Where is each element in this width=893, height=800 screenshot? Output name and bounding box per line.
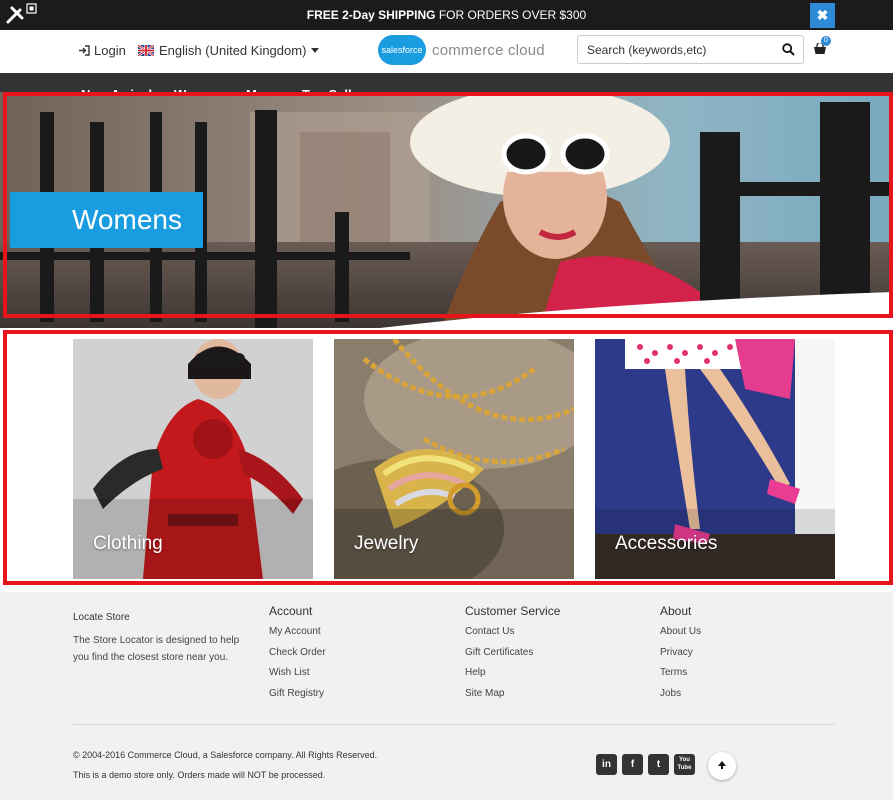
category-label-accessories: Accessories <box>615 533 718 554</box>
footer-link-gift-certificates[interactable]: Gift Certificates <box>465 643 560 664</box>
footer-divider <box>73 724 835 725</box>
search-icon[interactable] <box>782 43 795 56</box>
footer-customer-service: Customer Service Contact Us Gift Certifi… <box>465 604 560 704</box>
footer-link-about-us[interactable]: About Us <box>660 622 701 643</box>
copyright-text: © 2004-2016 Commerce Cloud, a Salesforce… <box>73 750 378 760</box>
promo-close-button[interactable]: ✖ <box>810 3 835 28</box>
twitter-icon[interactable]: t <box>648 754 669 775</box>
promo-message-rest: FOR ORDERS OVER $300 <box>435 8 587 22</box>
hero-banner: Womens <box>0 92 893 328</box>
footer-about: About About Us Privacy Terms Jobs <box>660 604 701 704</box>
category-label-clothing: Clothing <box>93 533 163 554</box>
promo-message-bold: FREE 2-Day SHIPPING <box>306 8 436 22</box>
category-tile-clothing[interactable]: Clothing <box>73 339 313 579</box>
footer-link-my-account[interactable]: My Account <box>269 622 326 643</box>
site-footer: Locate Store The Store Locator is design… <box>0 592 893 800</box>
search-input[interactable] <box>578 36 773 63</box>
search-box <box>577 35 804 64</box>
login-icon <box>79 45 90 56</box>
caret-down-icon <box>311 48 320 53</box>
youtube-icon[interactable]: You Tube <box>674 754 695 775</box>
category-tile-accessories[interactable]: Accessories <box>595 339 835 579</box>
uk-flag-icon <box>138 45 154 56</box>
promo-bar: FREE 2-Day SHIPPING FOR ORDERS OVER $300… <box>0 0 893 30</box>
linkedin-icon[interactable]: in <box>596 754 617 775</box>
cart-count-badge: 0 <box>821 36 831 46</box>
arrow-up-icon <box>718 761 726 769</box>
demo-store-notice: This is a demo store only. Orders made w… <box>73 770 326 780</box>
footer-link-gift-registry[interactable]: Gift Registry <box>269 684 326 705</box>
footer-link-wish-list[interactable]: Wish List <box>269 663 326 684</box>
footer-locate-text: The Store Locator is designed to help yo… <box>73 635 240 663</box>
site-header: Login English (United Kingdom) salesforc… <box>0 30 893 73</box>
brand-logo[interactable]: salesforce commerce cloud <box>378 35 545 65</box>
social-links: in f t You Tube <box>596 754 695 775</box>
footer-account-heading: Account <box>269 604 313 618</box>
footer-locate-heading[interactable]: Locate Store <box>73 612 253 623</box>
category-label-jewelry: Jewelry <box>354 533 419 554</box>
salesforce-cloud-logo: salesforce <box>378 35 426 65</box>
footer-locate-store: Locate Store The Store Locator is design… <box>73 612 253 666</box>
login-link[interactable]: Login <box>78 43 126 58</box>
footer-about-heading: About <box>660 604 692 618</box>
category-grid: Clothing Jewelry Accessories <box>0 330 893 585</box>
locale-label: English (United Kingdom) <box>159 43 307 58</box>
promo-message: FREE 2-Day SHIPPING FOR ORDERS OVER $300 <box>0 8 893 22</box>
locale-selector[interactable]: English (United Kingdom) <box>138 43 320 58</box>
brand-name: commerce cloud <box>432 41 545 59</box>
footer-link-privacy[interactable]: Privacy <box>660 643 701 664</box>
footer-link-check-order[interactable]: Check Order <box>269 643 326 664</box>
cart-button[interactable]: 0 <box>813 36 833 59</box>
category-tile-jewelry[interactable]: Jewelry <box>334 339 574 579</box>
login-label: Login <box>94 43 126 58</box>
back-to-top-button[interactable] <box>708 752 736 780</box>
footer-link-contact-us[interactable]: Contact Us <box>465 622 560 643</box>
footer-service-heading: Customer Service <box>465 604 561 618</box>
footer-link-site-map[interactable]: Site Map <box>465 684 560 705</box>
footer-legal: © 2004-2016 Commerce Cloud, a Salesforce… <box>73 745 377 785</box>
facebook-icon[interactable]: f <box>622 754 643 775</box>
hero-title: Womens <box>10 192 203 248</box>
footer-account: Account My Account Check Order Wish List… <box>269 604 326 704</box>
footer-link-help[interactable]: Help <box>465 663 560 684</box>
footer-link-jobs[interactable]: Jobs <box>660 684 701 705</box>
footer-link-terms[interactable]: Terms <box>660 663 701 684</box>
